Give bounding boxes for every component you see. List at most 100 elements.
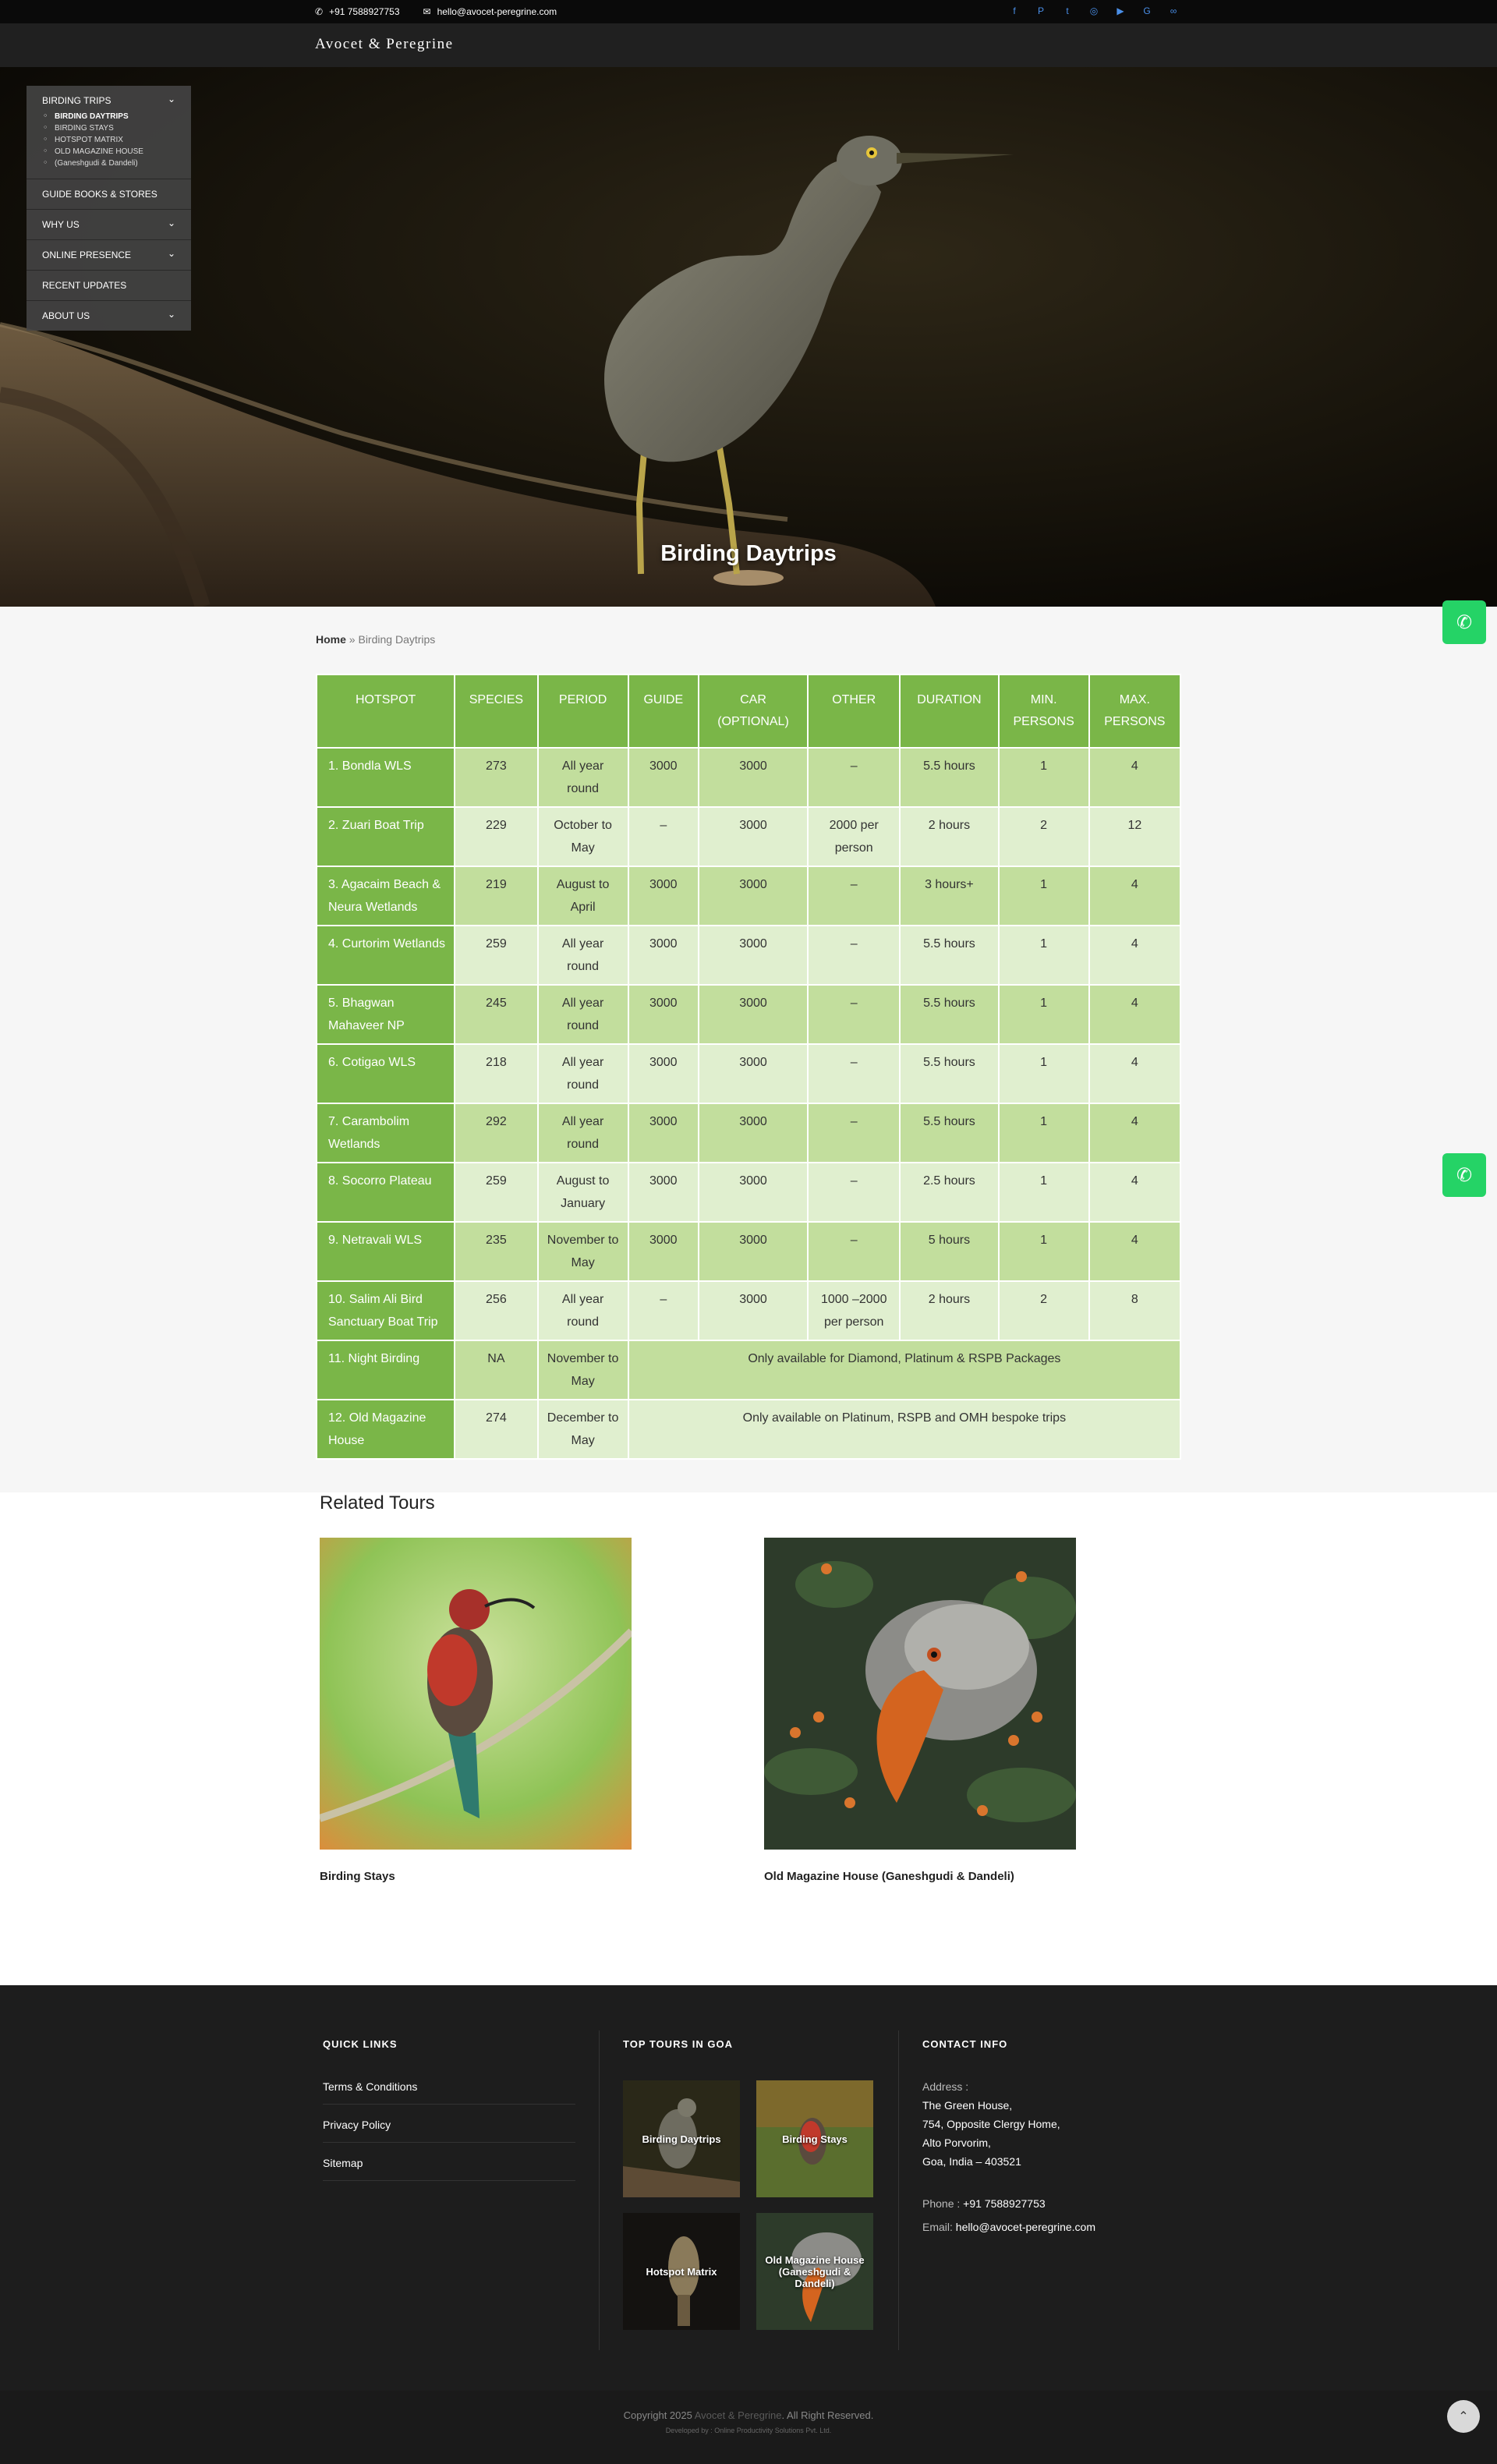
table-row: 5. Bhagwan Mahaveer NP 245 All year round 3… bbox=[315, 984, 1182, 1045]
chevron-down-icon[interactable]: ⌄ bbox=[168, 218, 175, 228]
pinterest-icon[interactable]: P bbox=[1035, 5, 1046, 16]
table-row: 2. Zuari Boat Trip 229 October to May –3000… bbox=[315, 806, 1182, 867]
address-label: Address : bbox=[922, 2080, 969, 2093]
menu-why-us[interactable]: WHY US ⌄ bbox=[27, 210, 191, 240]
related-card-title[interactable]: Old Magazine House (Ganeshgudi & Dandeli… bbox=[764, 1870, 1076, 1883]
availability-note: Only available for Diamond, Platinum & R… bbox=[627, 1340, 1182, 1400]
col-header: SPECIES bbox=[454, 674, 539, 749]
scroll-to-top-button[interactable]: ⌃ bbox=[1447, 2400, 1480, 2433]
submenu-old-magazine-house-sub[interactable]: (Ganeshgudi & Dandeli) bbox=[42, 158, 175, 169]
top-tour-tile[interactable]: Old Magazine House (Ganeshgudi & Dandeli… bbox=[756, 2213, 873, 2330]
table-row: 3. Agacaim Beach & Neura Wetlands 219 Augu… bbox=[315, 866, 1182, 926]
hero-heron-image bbox=[0, 67, 1497, 607]
breadcrumb: Home » Birding Daytrips bbox=[316, 633, 436, 646]
social-links: f P t ◎ ▶ G ∞ bbox=[1009, 5, 1179, 16]
table-row: 12. Old Magazine House 274 December to May… bbox=[315, 1399, 1182, 1460]
related-tours-title: Related Tours bbox=[320, 1492, 435, 1513]
related-card-image[interactable] bbox=[320, 1538, 632, 1850]
chevron-down-icon[interactable]: ⌄ bbox=[168, 94, 175, 104]
table-row: 6. Cotigao WLS 218 All year round 3000 3000–… bbox=[315, 1043, 1182, 1104]
address-line: Alto Porvorim, bbox=[922, 2137, 991, 2149]
footer-divider bbox=[599, 2030, 600, 2350]
whatsapp-icon: ✆ bbox=[315, 6, 324, 17]
top-tour-tile[interactable]: Birding Daytrips bbox=[623, 2080, 740, 2197]
instagram-icon[interactable]: ◎ bbox=[1088, 5, 1099, 16]
submenu-old-magazine-house[interactable]: OLD MAGAZINE HOUSE bbox=[42, 146, 175, 158]
top-contact: ✆ +91 7588927753 ✉ hello@avocet-peregrin… bbox=[315, 6, 557, 17]
whatsapp-float-button[interactable]: ✆ bbox=[1442, 1153, 1486, 1197]
facebook-icon[interactable]: f bbox=[1009, 5, 1020, 16]
breadcrumb-current: Birding Daytrips bbox=[358, 633, 436, 646]
hero-title: Birding Daytrips bbox=[660, 541, 837, 566]
top-tour-tile[interactable]: Hotspot Matrix bbox=[623, 2213, 740, 2330]
whatsapp-icon: ✆ bbox=[1456, 611, 1473, 633]
whatsapp-icon: ✆ bbox=[1456, 1164, 1473, 1186]
youtube-icon[interactable]: ▶ bbox=[1115, 5, 1126, 16]
top-phone[interactable]: ✆ +91 7588927753 bbox=[315, 6, 400, 17]
col-header: MAX. PERSONS bbox=[1088, 674, 1182, 749]
flickr-icon[interactable]: ∞ bbox=[1168, 5, 1179, 16]
table-row: 8. Socorro Plateau 259 August to January 30… bbox=[315, 1162, 1182, 1223]
related-card-title[interactable]: Birding Stays bbox=[320, 1870, 632, 1883]
col-header: DURATION bbox=[899, 674, 1000, 749]
quick-links: Terms & Conditions Privacy Policy Sitema… bbox=[323, 2077, 575, 2192]
contact-info: Address : The Green House, 754, Opposite… bbox=[922, 2077, 1095, 2236]
table-row: 7. Carambolim Wetlands 292 All year round 3… bbox=[315, 1103, 1182, 1163]
related-card-image[interactable] bbox=[764, 1538, 1076, 1850]
sunbird-image bbox=[320, 1538, 632, 1850]
quick-links-title: QUICK LINKS bbox=[323, 2038, 398, 2050]
menu-birding-trips[interactable]: BIRDING TRIPS ⌄ BIRDING DAYTRIPS BIRDING… bbox=[27, 86, 191, 179]
menu-online-presence[interactable]: ONLINE PRESENCE ⌄ bbox=[27, 240, 191, 271]
submenu-birding-daytrips[interactable]: BIRDING DAYTRIPS bbox=[42, 111, 175, 122]
submenu-birding-trips: BIRDING DAYTRIPS BIRDING STAYS HOTSPOT M… bbox=[42, 111, 175, 169]
table-row: 11. Night Birding NA November to May Only a… bbox=[315, 1340, 1182, 1400]
contact-phone: Phone : +91 7588927753 bbox=[922, 2197, 1046, 2210]
address-line: Goa, India – 403521 bbox=[922, 2155, 1021, 2168]
submenu-birding-stays[interactable]: BIRDING STAYS bbox=[42, 122, 175, 134]
menu-about-us[interactable]: ABOUT US ⌄ bbox=[27, 301, 191, 331]
table-body: 1. Bondla WLS 273 All year round 3000 3000–5… bbox=[315, 747, 1182, 1460]
breadcrumb-home[interactable]: Home bbox=[316, 633, 346, 646]
related-card[interactable]: Old Magazine House (Ganeshgudi & Dandeli… bbox=[764, 1538, 1076, 1883]
mail-icon: ✉ bbox=[423, 6, 431, 17]
top-tours-title: TOP TOURS IN GOA bbox=[623, 2038, 733, 2050]
availability-note: Only available on Platinum, RSPB and OMH… bbox=[627, 1399, 1182, 1460]
menu-recent-updates[interactable]: RECENT UPDATES bbox=[27, 271, 191, 301]
related-card[interactable]: Birding Stays bbox=[320, 1538, 632, 1883]
col-header: OTHER bbox=[807, 674, 901, 749]
table-row: 1. Bondla WLS 273 All year round 3000 3000–5… bbox=[315, 747, 1182, 808]
whatsapp-float-button[interactable]: ✆ bbox=[1442, 600, 1486, 644]
chevron-up-icon: ⌃ bbox=[1458, 2410, 1469, 2423]
link-privacy[interactable]: Privacy Policy bbox=[323, 2115, 575, 2143]
col-header: GUIDE bbox=[627, 674, 699, 749]
google-icon[interactable]: G bbox=[1141, 5, 1152, 16]
chevron-down-icon[interactable]: ⌄ bbox=[168, 309, 175, 320]
top-bar: ✆ +91 7588927753 ✉ hello@avocet-peregrin… bbox=[0, 0, 1497, 23]
col-header: PERIOD bbox=[536, 674, 629, 749]
top-tour-tile[interactable]: Birding Stays bbox=[756, 2080, 873, 2197]
site-footer bbox=[0, 1985, 1497, 2391]
link-terms[interactable]: Terms & Conditions bbox=[323, 2077, 575, 2105]
hornbill-image bbox=[764, 1538, 1076, 1850]
site-logo[interactable]: Avocet & Peregrine bbox=[315, 36, 454, 53]
address-line: 754, Opposite Clergy Home, bbox=[922, 2118, 1060, 2130]
hero-banner: Birding Daytrips bbox=[0, 67, 1497, 607]
copyright: Copyright 2025 Avocet & Peregrine. All R… bbox=[623, 2409, 874, 2421]
footer-divider bbox=[898, 2030, 899, 2350]
submenu-hotspot-matrix[interactable]: HOTSPOT MATRIX bbox=[42, 134, 175, 146]
chevron-down-icon[interactable]: ⌄ bbox=[168, 248, 175, 259]
copyright-brand[interactable]: Avocet & Peregrine bbox=[695, 2409, 782, 2421]
table-row: 9. Netravali WLS 235 November to May 3000 30… bbox=[315, 1221, 1182, 1282]
col-header: CAR (OPTIONAL) bbox=[697, 674, 809, 749]
top-email[interactable]: ✉ hello@avocet-peregrine.com bbox=[423, 6, 557, 17]
site-header: Avocet & Peregrine bbox=[0, 23, 1497, 67]
contact-email: Email: hello@avocet-peregrine.com bbox=[922, 2221, 1095, 2233]
table-row: 4. Curtorim Wetlands 259 All year round 300… bbox=[315, 925, 1182, 986]
menu-guide-books[interactable]: GUIDE BOOKS & STORES bbox=[27, 179, 191, 210]
phone-link[interactable]: +91 7588927753 bbox=[963, 2197, 1046, 2210]
col-header: MIN. PERSONS bbox=[997, 674, 1090, 749]
link-sitemap[interactable]: Sitemap bbox=[323, 2154, 575, 2181]
table-header-row: HOTSPOT SPECIES PERIOD GUIDE CAR (OPTION… bbox=[315, 674, 1182, 749]
email-link[interactable]: hello@avocet-peregrine.com bbox=[956, 2221, 1095, 2233]
twitter-icon[interactable]: t bbox=[1062, 5, 1073, 16]
